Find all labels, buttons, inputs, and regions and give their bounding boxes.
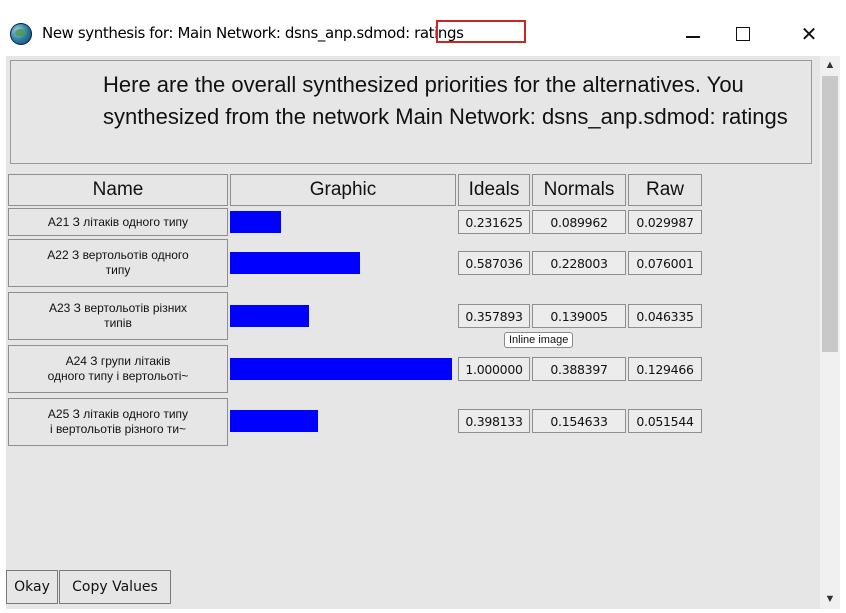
normal-value: 0.154633 bbox=[532, 409, 626, 433]
okay-button[interactable]: Okay bbox=[6, 570, 58, 604]
priority-bar bbox=[230, 410, 318, 432]
column-header-name: Name bbox=[8, 174, 228, 206]
priority-bar bbox=[230, 211, 281, 233]
copy-values-button[interactable]: Copy Values bbox=[59, 570, 171, 604]
vertical-scrollbar[interactable]: ▲ ▼ bbox=[820, 56, 840, 609]
table-row-name: A24 З групи літаків одного типу і вертол… bbox=[8, 345, 228, 393]
normal-value: 0.228003 bbox=[532, 251, 626, 275]
tooltip: Inline image bbox=[504, 332, 574, 348]
ideal-value: 1.000000 bbox=[458, 357, 530, 381]
normal-value: 0.089962 bbox=[532, 210, 626, 234]
raw-value: 0.129466 bbox=[628, 357, 702, 381]
column-header-ideals: Ideals bbox=[458, 174, 530, 206]
window-title: New synthesis for: Main Network: dsns_an… bbox=[42, 24, 464, 42]
raw-value: 0.051544 bbox=[628, 409, 702, 433]
ideal-value: 0.587036 bbox=[458, 251, 530, 275]
priority-bar bbox=[230, 305, 309, 327]
window-content: Here are the overall synthesized priorit… bbox=[6, 56, 840, 609]
maximize-icon[interactable] bbox=[720, 15, 766, 53]
column-header-normals: Normals bbox=[532, 174, 626, 206]
ideal-value: 0.398133 bbox=[458, 409, 530, 433]
synthesis-header: Here are the overall synthesized priorit… bbox=[10, 60, 812, 164]
minimize-icon[interactable] bbox=[670, 15, 716, 53]
table-row-name: A25 З літаків одного типу і вертольотів … bbox=[8, 398, 228, 446]
ideal-value: 0.231625 bbox=[458, 210, 530, 234]
raw-value: 0.029987 bbox=[628, 210, 702, 234]
header-text: Here are the overall synthesized priorit… bbox=[103, 72, 788, 129]
scroll-thumb[interactable] bbox=[822, 76, 838, 352]
table-row-name: A21 З літаків одного типу bbox=[8, 208, 228, 236]
table-row-name: A23 З вертольотів різних типів bbox=[8, 292, 228, 340]
scroll-down-icon[interactable]: ▼ bbox=[823, 592, 837, 606]
close-icon[interactable]: ✕ bbox=[786, 15, 832, 53]
priority-bar bbox=[230, 252, 360, 274]
column-header-raw: Raw bbox=[628, 174, 702, 206]
title-bar: New synthesis for: Main Network: dsns_an… bbox=[0, 0, 846, 56]
priority-bar bbox=[230, 358, 452, 380]
table-row-name: A22 З вертольотів одного типу bbox=[8, 239, 228, 287]
globe-icon bbox=[10, 23, 32, 45]
ideal-value: 0.357893 bbox=[458, 304, 530, 328]
column-header-graphic: Graphic bbox=[230, 174, 456, 206]
scroll-up-icon[interactable]: ▲ bbox=[823, 58, 837, 72]
normal-value: 0.139005 bbox=[532, 304, 626, 328]
normal-value: 0.388397 bbox=[532, 357, 626, 381]
raw-value: 0.046335 bbox=[628, 304, 702, 328]
raw-value: 0.076001 bbox=[628, 251, 702, 275]
title-highlight-box bbox=[436, 20, 526, 43]
